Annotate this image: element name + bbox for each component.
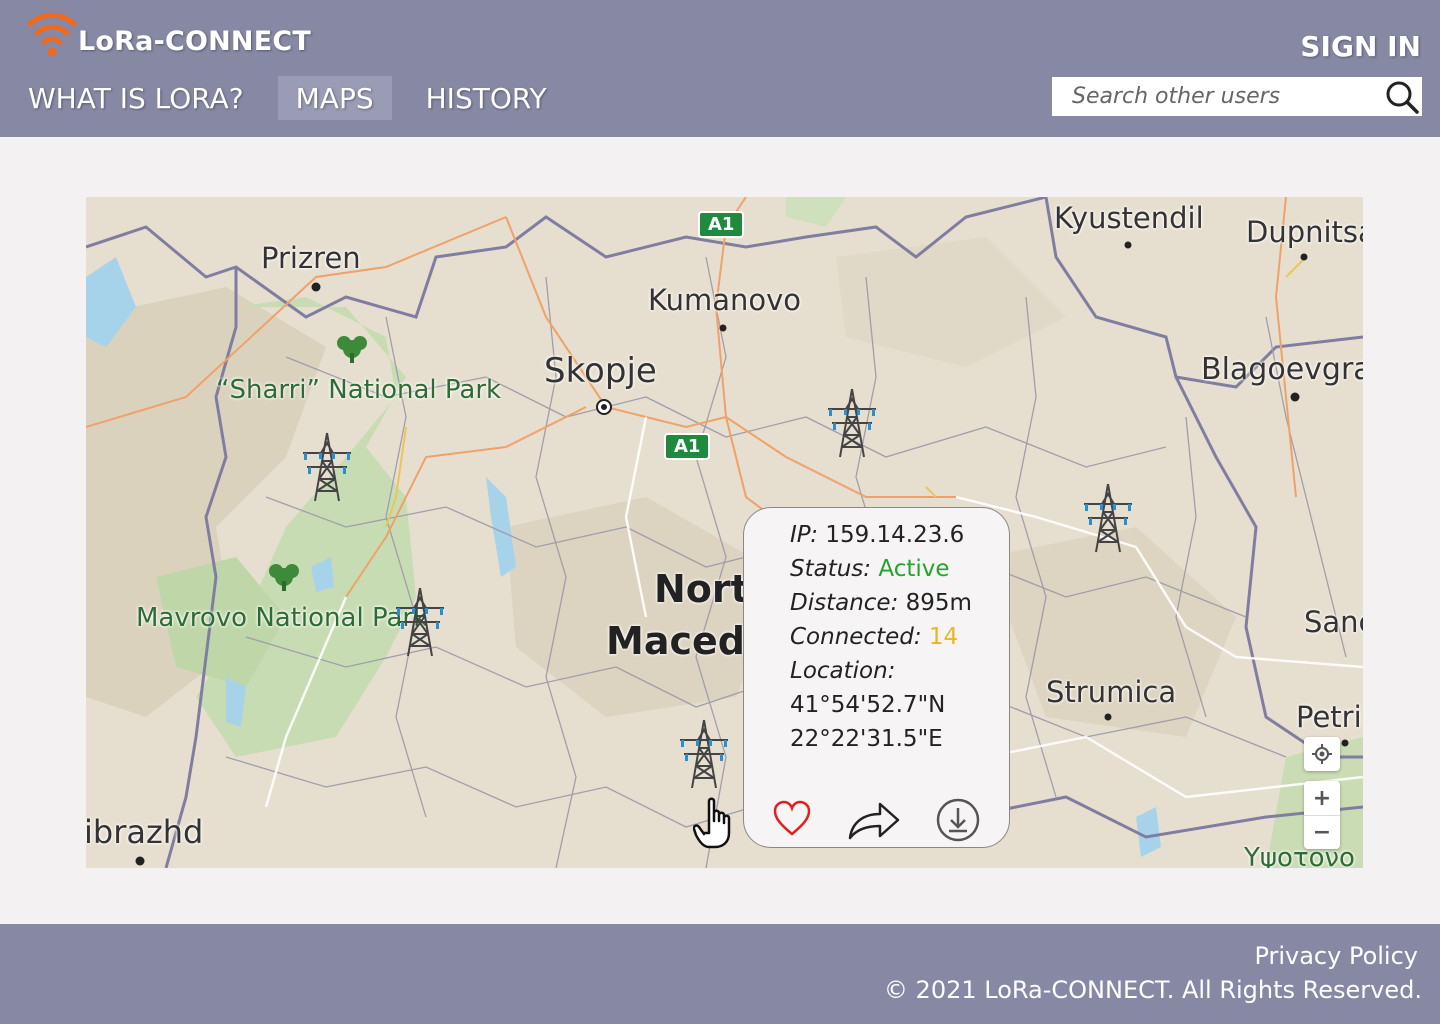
ip-label: IP: <box>790 522 818 548</box>
place-label: Skopje <box>544 351 657 391</box>
ip-value: 159.14.23.6 <box>825 522 965 548</box>
country-label: Nort <box>654 567 749 611</box>
road-badge-a1: A1 <box>664 433 711 460</box>
tower-marker-icon[interactable] <box>297 431 357 503</box>
site-header: LoRa-CONNECT WHAT IS LORA? MAPS HISTORY … <box>0 0 1440 137</box>
search-box <box>1052 77 1422 116</box>
place-label: Dupnitsa <box>1246 215 1363 249</box>
place-label: Blagoevgra <box>1201 352 1363 387</box>
nav-what-is-lora[interactable]: WHAT IS LORA? <box>10 76 262 120</box>
location-label: Location: <box>790 658 896 684</box>
copyright-text: © 2021 LoRa-CONNECT. All Rights Reserved… <box>883 976 1422 1004</box>
privacy-policy-link[interactable]: Privacy Policy <box>1254 942 1418 970</box>
zoom-controls: + − <box>1304 781 1340 849</box>
zoom-in-button[interactable]: + <box>1304 781 1340 815</box>
wifi-logo-icon <box>27 12 77 57</box>
connected-value: 14 <box>928 624 959 650</box>
location-row: Location: <box>790 654 1009 688</box>
node-info-popup: IP: 159.14.23.6 Status: Active Distance:… <box>743 507 1010 848</box>
popup-actions <box>772 798 988 842</box>
place-label: Sanc <box>1304 605 1363 639</box>
place-label: ibrazhd <box>86 813 204 851</box>
longitude-value: 22°22'31.5"E <box>790 726 943 752</box>
heart-icon <box>773 800 811 836</box>
share-button[interactable] <box>846 798 902 842</box>
nav-history[interactable]: HISTORY <box>408 76 565 120</box>
site-footer: Privacy Policy © 2021 LoRa-CONNECT. All … <box>0 924 1440 1024</box>
zoom-out-button[interactable]: − <box>1304 815 1340 849</box>
tower-marker-icon[interactable] <box>674 718 734 790</box>
main-nav: WHAT IS LORA? MAPS HISTORY <box>10 76 565 120</box>
map-controls: + − <box>1304 737 1340 849</box>
search-input[interactable] <box>1052 77 1372 116</box>
tower-marker-icon[interactable] <box>822 387 882 459</box>
distance-label: Distance: <box>790 590 899 616</box>
download-button[interactable] <box>936 798 982 842</box>
search-icon[interactable] <box>1384 79 1420 115</box>
locate-icon <box>1312 744 1332 764</box>
status-value: Active <box>878 556 950 582</box>
distance-value: 895m <box>905 590 972 616</box>
place-label: Prizren <box>261 241 361 275</box>
place-label: Petri <box>1296 700 1362 734</box>
ip-row: IP: 159.14.23.6 <box>790 518 1009 552</box>
sign-in-button[interactable]: SIGN IN <box>1300 30 1421 63</box>
locate-button[interactable] <box>1304 737 1340 771</box>
app-name[interactable]: LoRa-CONNECT <box>78 26 311 57</box>
place-label: Kyustendil <box>1054 201 1204 235</box>
status-label: Status: <box>790 556 872 582</box>
logo[interactable] <box>26 10 80 60</box>
place-label: Kumanovo <box>648 283 802 317</box>
tower-marker-icon[interactable] <box>390 586 450 658</box>
hand-pointer-cursor-icon <box>693 797 731 849</box>
nav-maps[interactable]: MAPS <box>277 76 392 120</box>
favorite-button[interactable] <box>772 798 818 842</box>
distance-row: Distance: 895m <box>790 586 1009 620</box>
latitude-value: 41°54'52.7"N <box>790 692 946 718</box>
place-label: Strumica <box>1046 675 1177 709</box>
share-arrow-icon <box>848 802 900 840</box>
download-icon <box>936 798 980 842</box>
tower-marker-icon[interactable] <box>1078 482 1138 554</box>
road-badge-a1: A1 <box>698 211 745 238</box>
park-label: “Sharri” National Park <box>216 375 502 405</box>
status-row: Status: Active <box>790 552 1009 586</box>
map-view[interactable]: Prizren Kumanovo Kyustendil Dupnitsa Sko… <box>86 197 1363 868</box>
connected-row: Connected: 14 <box>790 620 1009 654</box>
connected-label: Connected: <box>790 624 922 650</box>
park-label: Mavrovo National Park <box>136 603 429 633</box>
